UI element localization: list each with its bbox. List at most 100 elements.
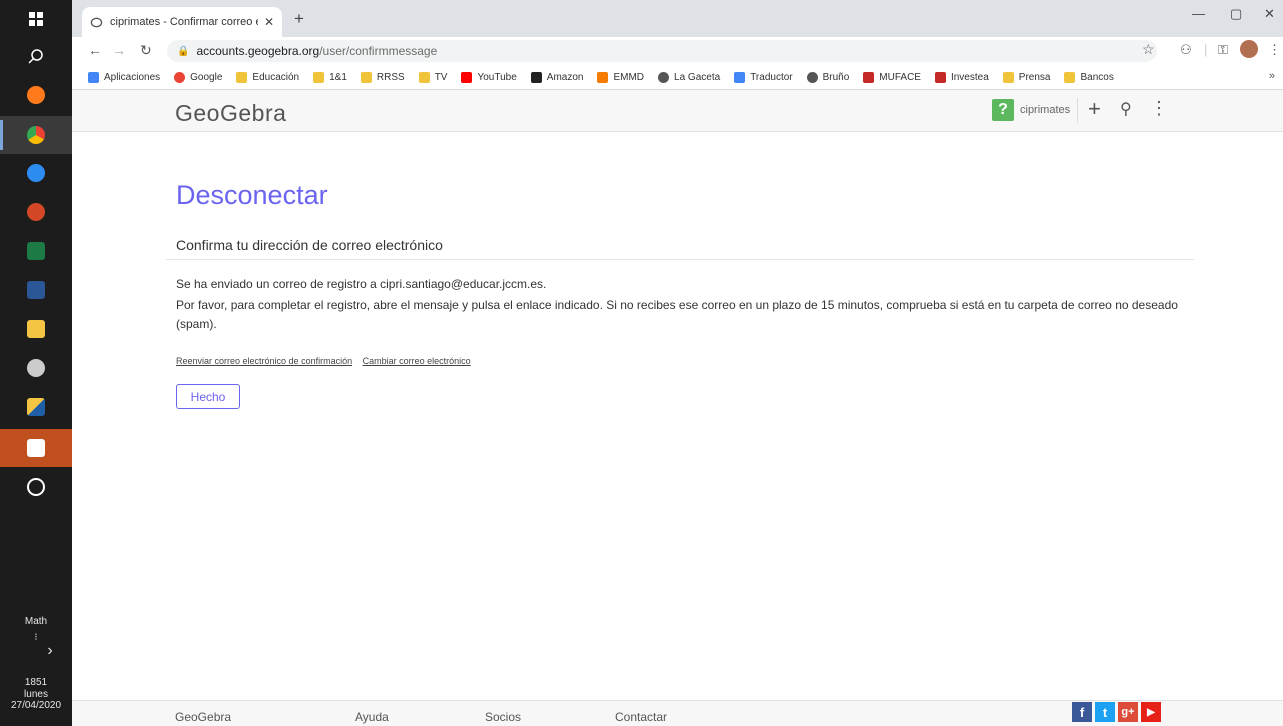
math-input-handle: ⁝ — [34, 632, 38, 643]
geogebra-logo[interactable]: GeoGebra — [175, 100, 286, 127]
bookmark-investea[interactable]: Investea — [934, 71, 989, 83]
folder-icon — [236, 71, 248, 83]
apps-icon — [88, 71, 99, 83]
user-menu[interactable]: ciprimates — [1020, 104, 1070, 116]
browser-tab[interactable]: ciprimates - Confirmar correo ele ✕ — [82, 7, 282, 37]
bookmark-google[interactable]: Google — [174, 71, 222, 83]
bookmark-muface[interactable]: MUFACE — [863, 71, 921, 83]
chrome-menu-icon[interactable]: ⋮ — [1268, 42, 1281, 58]
bookmark-amazon[interactable]: Amazon — [530, 71, 583, 83]
bookmark-1and1[interactable]: 1&1 — [313, 71, 347, 83]
add-icon[interactable]: + — [1088, 96, 1101, 122]
browser-chrome: ciprimates - Confirmar correo ele ✕ + — … — [72, 0, 1283, 90]
app-icon — [27, 164, 45, 182]
google-icon — [174, 71, 186, 83]
footer-link-socios[interactable]: Socios — [485, 710, 521, 724]
taskbar-powerpoint[interactable] — [0, 193, 72, 231]
change-email-link[interactable]: Cambiar correo electrónico — [363, 356, 471, 366]
excel-icon — [27, 242, 45, 260]
close-window-icon[interactable]: ✕ — [1264, 6, 1275, 22]
start-button[interactable] — [0, 0, 72, 38]
search-icon[interactable]: ⚲ — [1120, 99, 1132, 119]
confirmation-message: Se ha enviado un correo de registro a ci… — [176, 277, 547, 291]
taskbar-firefox[interactable] — [0, 76, 72, 114]
done-button[interactable]: Hecho — [176, 384, 240, 409]
search-icon — [28, 49, 43, 64]
new-tab-button[interactable]: + — [294, 9, 304, 29]
taskbar-app-blue[interactable] — [0, 154, 72, 192]
geogebra-favicon-icon — [90, 17, 103, 27]
key-icon[interactable]: ⚿ — [1218, 42, 1228, 58]
windows-icon — [29, 12, 43, 26]
youtube-icon[interactable]: ▶ — [1141, 702, 1161, 722]
page-title: Desconectar — [176, 180, 328, 210]
extension-icon[interactable]: ⚇ — [1180, 42, 1192, 58]
bookmark-la-gaceta[interactable]: La Gaceta — [658, 71, 720, 83]
math-input-label[interactable]: Math — [0, 616, 72, 627]
bookmark-youtube[interactable]: YouTube — [461, 71, 517, 83]
profile-avatar[interactable] — [1240, 40, 1258, 58]
powerpoint-icon — [27, 203, 45, 221]
google-plus-icon[interactable]: g+ — [1118, 702, 1138, 722]
chrome-icon — [27, 126, 45, 144]
forward-icon[interactable]: → — [112, 42, 126, 58]
bookmark-rrss[interactable]: RRSS — [360, 71, 405, 83]
clock-date: 27/04/2020 — [10, 700, 62, 711]
help-icon[interactable]: ? — [992, 99, 1014, 121]
minimize-icon[interactable]: — — [1192, 6, 1205, 21]
url-host: accounts.geogebra.org — [196, 44, 320, 58]
translate-icon — [734, 71, 746, 83]
footer-link-contactar[interactable]: Contactar — [615, 710, 667, 724]
geogebra-icon — [27, 478, 45, 496]
footer-link-ayuda[interactable]: Ayuda — [355, 710, 389, 724]
folder-icon — [1002, 71, 1014, 83]
bookmark-traductor[interactable]: Traductor — [734, 71, 793, 83]
toolbar-divider: | — [1204, 42, 1208, 57]
close-tab-icon[interactable]: ✕ — [264, 15, 274, 29]
taskbar-excel[interactable] — [0, 232, 72, 270]
back-icon[interactable]: ← — [88, 42, 102, 58]
lock-icon: 🔒 — [177, 45, 190, 57]
taskbar-chrome[interactable] — [0, 116, 72, 154]
taskbar-acrobat[interactable] — [0, 429, 72, 467]
bookmark-tv[interactable]: TV — [418, 71, 447, 83]
header-divider — [1077, 98, 1078, 123]
taskbar-app-image[interactable] — [0, 388, 72, 426]
globe-icon — [806, 71, 818, 83]
firefox-icon — [27, 86, 45, 104]
bookmarks-overflow-icon[interactable]: » — [1269, 70, 1275, 82]
gear-icon — [27, 359, 45, 377]
investea-icon — [934, 71, 946, 83]
address-row: ← → ↻ 🔒 accounts.geogebra.org/user/confi… — [72, 37, 1283, 65]
bookmarks-bar: Aplicaciones Google Educación 1&1 RRSS T… — [72, 65, 1283, 90]
resend-confirmation-link[interactable]: Reenviar correo electrónico de confirmac… — [176, 356, 352, 366]
footer-link-geogebra[interactable]: GeoGebra — [175, 710, 231, 724]
bookmark-star-icon[interactable]: ☆ — [1142, 41, 1155, 58]
taskbar-file-explorer[interactable] — [0, 310, 72, 348]
taskbar-app-gear[interactable] — [0, 349, 72, 387]
address-bar[interactable]: 🔒 accounts.geogebra.org/user/confirmmess… — [167, 40, 1157, 62]
chevron-right-icon[interactable]: › — [30, 643, 70, 659]
bookmark-bancos[interactable]: Bancos — [1064, 71, 1114, 83]
action-links: Reenviar correo electrónico de confirmac… — [176, 356, 479, 366]
reload-icon[interactable]: ↻ — [140, 42, 152, 59]
bookmark-emmd[interactable]: EMMD — [597, 71, 644, 83]
word-icon — [27, 281, 45, 299]
windows-taskbar: Math ⁝ › 1851 lunes 27/04/2020 — [0, 0, 72, 726]
bookmark-prensa[interactable]: Prensa — [1002, 71, 1050, 83]
facebook-icon[interactable]: f — [1072, 702, 1092, 722]
blogger-icon — [597, 71, 609, 83]
taskbar-word[interactable] — [0, 271, 72, 309]
bookmark-educacion[interactable]: Educación — [236, 71, 299, 83]
folder-icon — [313, 71, 325, 83]
maximize-icon[interactable]: ▢ — [1230, 6, 1242, 22]
clock-time: 1851 — [24, 677, 48, 688]
globe-icon — [658, 71, 670, 83]
taskbar-geogebra[interactable] — [0, 468, 72, 506]
bookmark-bruno[interactable]: Bruño — [806, 71, 849, 83]
taskbar-search[interactable] — [0, 38, 72, 76]
bookmark-aplicaciones[interactable]: Aplicaciones — [88, 71, 160, 83]
twitter-icon[interactable]: t — [1095, 702, 1115, 722]
more-menu-icon[interactable]: ⋮ — [1150, 98, 1168, 119]
tab-title: ciprimates - Confirmar correo ele — [110, 16, 258, 28]
